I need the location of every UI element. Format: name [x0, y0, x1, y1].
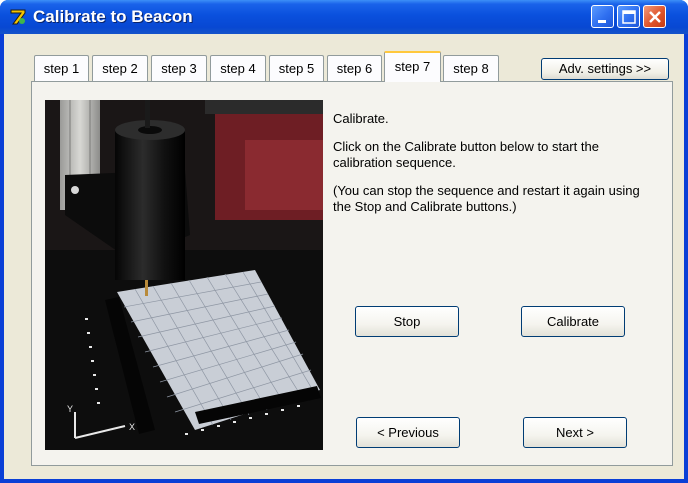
- adv-settings-button[interactable]: Adv. settings >>: [541, 58, 669, 80]
- tab-step-1[interactable]: step 1: [34, 55, 89, 81]
- app-logo-icon: [10, 9, 26, 25]
- title-bar[interactable]: Calibrate to Beacon: [0, 0, 688, 34]
- maximize-button[interactable]: [617, 5, 640, 28]
- instructions-text: Calibrate. Click on the Calibrate button…: [333, 111, 653, 227]
- stop-button[interactable]: Stop: [355, 306, 459, 337]
- close-button[interactable]: [643, 5, 666, 28]
- step-heading: Calibrate.: [333, 111, 389, 126]
- maximize-icon: [622, 10, 636, 24]
- tab-step-6[interactable]: step 6: [327, 55, 382, 81]
- note-text: (You can stop the sequence and restart i…: [333, 183, 640, 214]
- tab-step-5[interactable]: step 5: [269, 55, 324, 81]
- svg-text:Y: Y: [67, 404, 73, 414]
- svg-text:X: X: [129, 422, 135, 432]
- window-title: Calibrate to Beacon: [33, 7, 193, 26]
- tab-step-7[interactable]: step 7: [384, 51, 441, 82]
- tab-step-8[interactable]: step 8: [443, 55, 499, 81]
- previous-button[interactable]: < Previous: [356, 417, 460, 448]
- instruction-text: Click on the Calibrate button below to s…: [333, 139, 599, 170]
- minimize-icon: [598, 20, 606, 23]
- machine-photo: Y X: [45, 100, 323, 450]
- next-button[interactable]: Next >: [523, 417, 627, 448]
- close-icon: [649, 11, 661, 23]
- tab-step-2[interactable]: step 2: [92, 55, 148, 81]
- tab-step-4[interactable]: step 4: [210, 55, 266, 81]
- minimize-button[interactable]: [591, 5, 614, 28]
- calibrate-button[interactable]: Calibrate: [521, 306, 625, 337]
- tab-step-3[interactable]: step 3: [151, 55, 207, 81]
